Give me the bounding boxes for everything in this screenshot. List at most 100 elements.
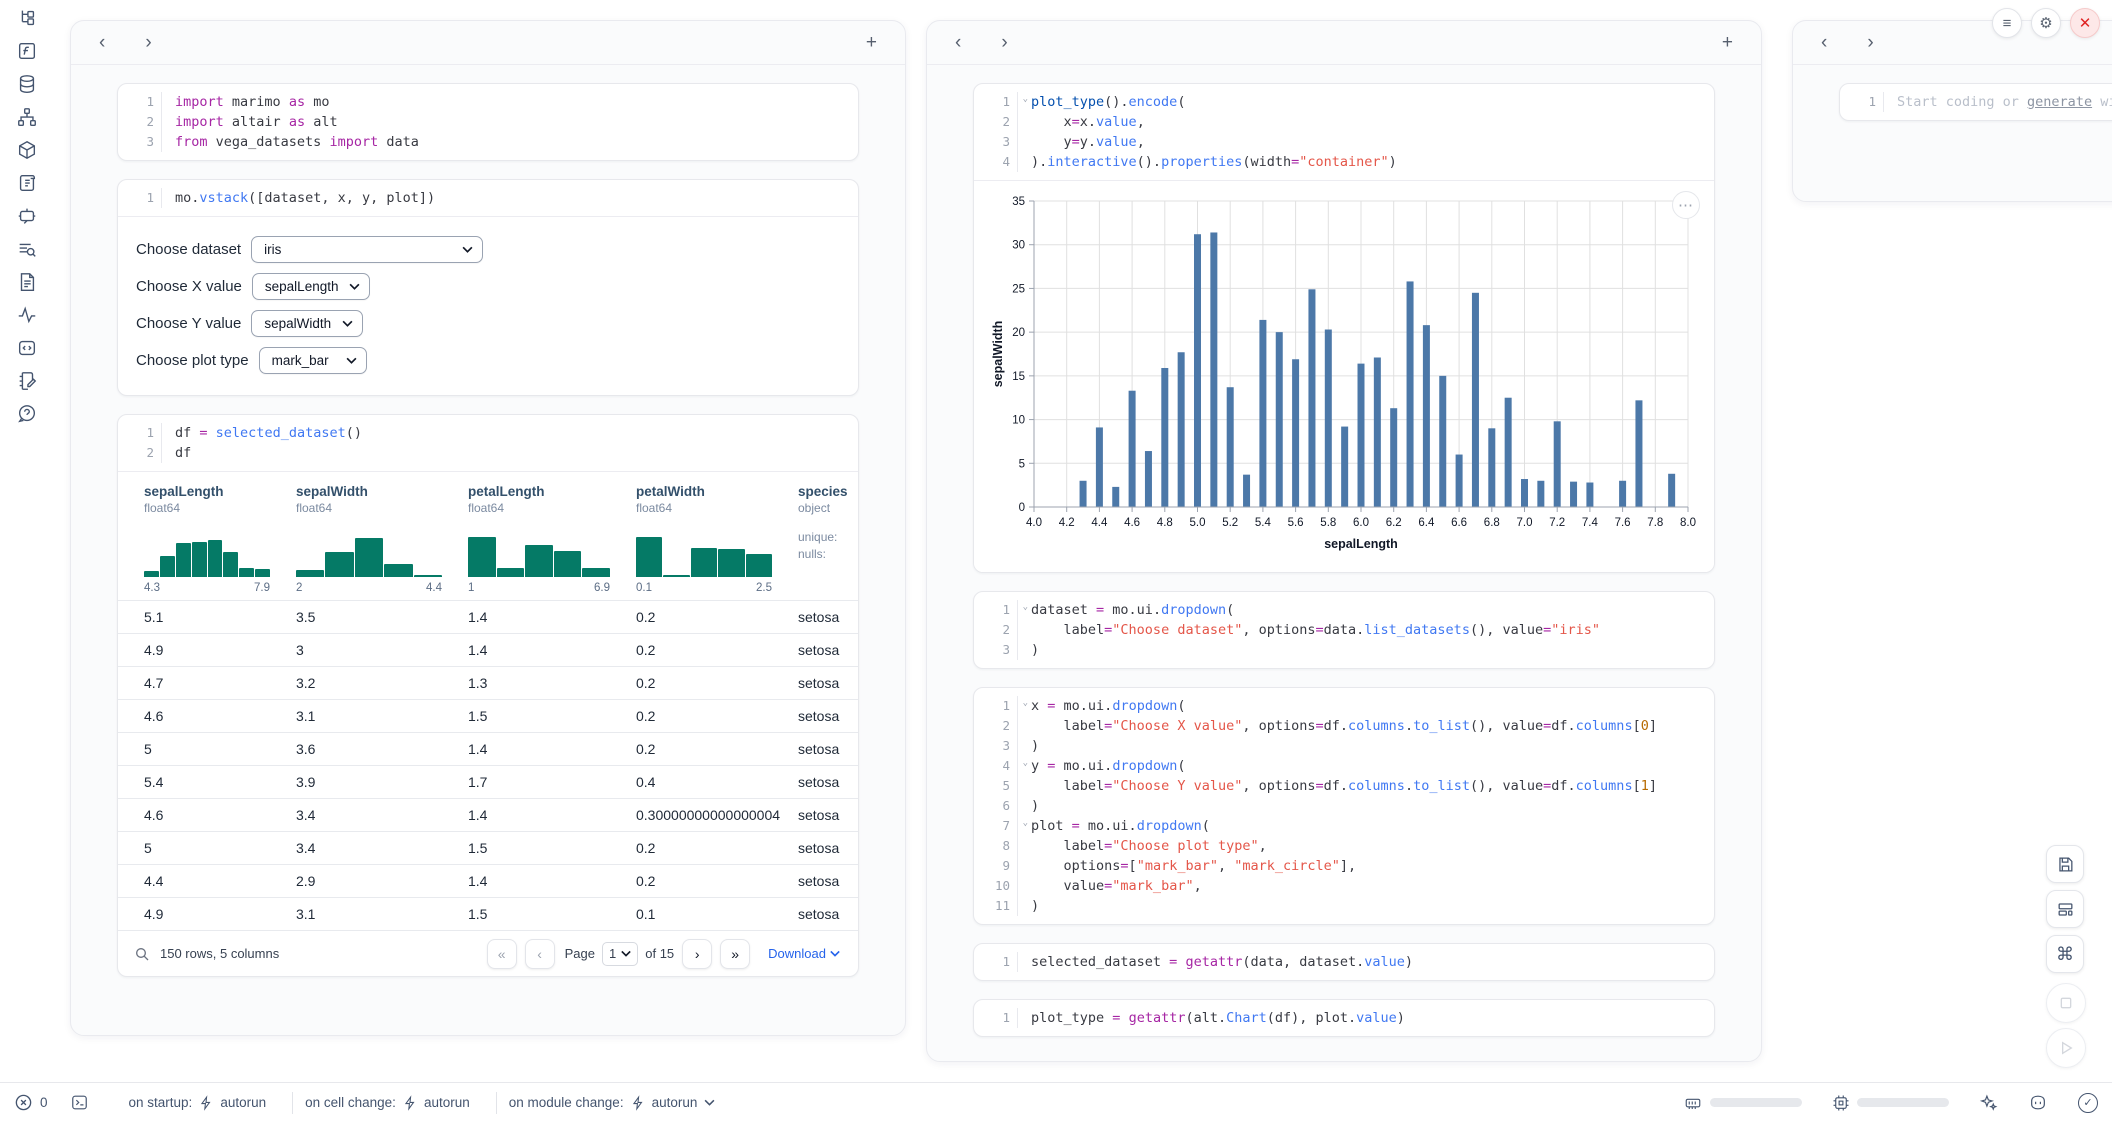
settings-button[interactable]: ⚙ — [2031, 8, 2061, 38]
copilot-button[interactable] — [2028, 1093, 2048, 1112]
dataset-select[interactable]: iris — [251, 236, 483, 263]
table-row[interactable]: 4.931.40.2setosa — [118, 633, 858, 666]
xy-plot-dropdown-code[interactable]: 1⌄x = mo.ui.dropdown(2 label="Choose X v… — [974, 688, 1714, 924]
lightning-icon — [403, 1095, 417, 1111]
fold-chevron-icon[interactable]: ⌄ — [1023, 759, 1028, 768]
prev-page-button[interactable]: ‹ — [525, 939, 555, 969]
on-cell-change-setting[interactable]: on cell change: autorun — [305, 1095, 470, 1111]
page-select-value: 1 — [609, 946, 616, 961]
code-line: 8 label="Choose plot type", — [984, 836, 1700, 856]
table-cell: 2.9 — [296, 873, 468, 889]
table-row[interactable]: 4.63.11.50.2setosa — [118, 699, 858, 732]
terminal-icon — [70, 1093, 89, 1112]
table-row[interactable]: 4.63.41.40.30000000000000004setosa — [118, 798, 858, 831]
chevron-left-icon[interactable]: ‹ — [93, 31, 111, 54]
plot-cell[interactable]: 1⌄plot_type().encode(2 x=x.value,3 y=y.v… — [973, 83, 1715, 573]
bar-chart[interactable]: 051015202530354.04.24.44.64.85.05.25.45.… — [988, 191, 1704, 561]
svg-text:7.2: 7.2 — [1549, 517, 1565, 529]
cpu-usage[interactable] — [1832, 1094, 1949, 1112]
svg-text:6.2: 6.2 — [1386, 517, 1402, 529]
stop-button[interactable] — [2046, 983, 2086, 1023]
fold-chevron-icon[interactable]: ⌄ — [1023, 699, 1028, 708]
help-icon[interactable] — [9, 399, 45, 429]
column-header[interactable]: petalLengthfloat6416.9 — [468, 484, 636, 594]
chart-menu-button[interactable]: ⋯ — [1672, 191, 1700, 219]
table-row[interactable]: 4.42.91.40.2setosa — [118, 864, 858, 897]
plot-type-code[interactable]: 1plot_type = getattr(alt.Chart(df), plot… — [974, 1000, 1714, 1036]
table-row[interactable]: 4.93.11.50.1setosa — [118, 897, 858, 930]
column-header[interactable]: sepalWidthfloat6424.4 — [296, 484, 468, 594]
imports-cell[interactable]: 1import marimo as mo2import altair as al… — [117, 83, 859, 161]
chevron-right-icon[interactable]: › — [995, 31, 1013, 54]
last-page-button[interactable]: » — [720, 939, 750, 969]
y-select[interactable]: sepalWidth — [251, 310, 363, 337]
column-header[interactable]: petalWidthfloat640.12.5 — [636, 484, 798, 594]
documentation-icon[interactable] — [9, 267, 45, 297]
plot-type-select[interactable]: mark_bar — [259, 347, 367, 374]
shutdown-button[interactable]: ✕ — [2070, 8, 2100, 38]
table-row[interactable]: 4.73.21.30.2setosa — [118, 666, 858, 699]
next-page-button[interactable]: › — [682, 939, 712, 969]
tracing-icon[interactable] — [9, 300, 45, 330]
dependencies-icon[interactable] — [9, 102, 45, 132]
y-label: Choose Y value — [136, 315, 241, 332]
memory-usage[interactable] — [1683, 1094, 1802, 1112]
dataset-dropdown-cell[interactable]: 1⌄dataset = mo.ui.dropdown(2 label="Choo… — [973, 591, 1715, 669]
add-column-icon[interactable]: + — [860, 31, 883, 54]
connection-status-icon[interactable]: ✓ — [2078, 1093, 2098, 1113]
empty-cell[interactable]: 1Start coding or generate with — [1839, 83, 2112, 121]
search-icon[interactable] — [134, 946, 150, 962]
errors-indicator[interactable]: 0 — [14, 1093, 48, 1112]
first-page-button[interactable]: « — [487, 939, 517, 969]
download-button[interactable]: Download — [768, 946, 840, 961]
page-select[interactable]: 1 — [602, 942, 638, 966]
svg-text:5: 5 — [1019, 458, 1025, 470]
chevron-right-icon[interactable]: › — [139, 31, 157, 54]
selected-dataset-cell[interactable]: 1selected_dataset = getattr(data, datase… — [973, 943, 1715, 981]
on-startup-setting[interactable]: on startup: autorun — [129, 1095, 267, 1111]
selected-dataset-code[interactable]: 1selected_dataset = getattr(data, datase… — [974, 944, 1714, 980]
terminal-button[interactable] — [70, 1093, 89, 1112]
xy-plot-dropdown-cell[interactable]: 1⌄x = mo.ui.dropdown(2 label="Choose X v… — [973, 687, 1715, 925]
chevron-right-icon[interactable]: › — [1861, 31, 1879, 54]
variables-icon[interactable] — [9, 36, 45, 66]
chevron-left-icon[interactable]: ‹ — [1815, 31, 1833, 54]
layout-toggle-button[interactable] — [2046, 890, 2084, 928]
chat-icon[interactable] — [9, 201, 45, 231]
table-row[interactable]: 5.13.51.40.2setosa — [118, 600, 858, 633]
add-column-icon[interactable]: + — [1716, 31, 1739, 54]
snippets-scroll-icon[interactable] — [9, 168, 45, 198]
column-header[interactable]: sepalLengthfloat644.37.9 — [144, 484, 296, 594]
fold-chevron-icon[interactable]: ⌄ — [1023, 603, 1028, 612]
empty-cell-placeholder[interactable]: 1Start coding or generate with — [1840, 84, 2112, 120]
fold-chevron-icon[interactable]: ⌄ — [1023, 819, 1028, 828]
table-row[interactable]: 53.61.40.2setosa — [118, 732, 858, 765]
imports-code[interactable]: 1import marimo as mo2import altair as al… — [118, 84, 858, 160]
play-icon — [2058, 1040, 2074, 1056]
packages-icon[interactable] — [9, 135, 45, 165]
file-explorer-icon[interactable] — [9, 3, 45, 33]
dataframe-code[interactable]: 1df = selected_dataset()2df — [118, 415, 858, 471]
vstack-code[interactable]: 1mo.vstack([dataset, x, y, plot]) — [118, 180, 858, 216]
chevron-left-icon[interactable]: ‹ — [949, 31, 967, 54]
save-button[interactable] — [2046, 845, 2084, 883]
dataset-dropdown-code[interactable]: 1⌄dataset = mo.ui.dropdown(2 label="Choo… — [974, 592, 1714, 668]
vstack-cell[interactable]: 1mo.vstack([dataset, x, y, plot]) Choose… — [117, 179, 859, 396]
logs-icon[interactable] — [9, 234, 45, 264]
table-row[interactable]: 5.43.91.70.4setosa — [118, 765, 858, 798]
ai-assist-button[interactable] — [1979, 1093, 1998, 1112]
plot-type-cell[interactable]: 1plot_type = getattr(alt.Chart(df), plot… — [973, 999, 1715, 1037]
dataframe-cell[interactable]: 1df = selected_dataset()2df sepalLengthf… — [117, 414, 859, 977]
on-module-change-setting[interactable]: on module change: autorun — [509, 1095, 716, 1111]
scratchpad-icon[interactable] — [9, 366, 45, 396]
x-select[interactable]: sepalLength — [252, 273, 370, 300]
code-snippet-icon[interactable] — [9, 333, 45, 363]
table-row[interactable]: 53.41.50.2setosa — [118, 831, 858, 864]
datasources-icon[interactable] — [9, 69, 45, 99]
column-header[interactable]: speciesobjectunique:nulls: — [798, 484, 858, 594]
plot-code[interactable]: 1⌄plot_type().encode(2 x=x.value,3 y=y.v… — [974, 84, 1714, 180]
run-button[interactable] — [2046, 1028, 2086, 1068]
menu-button[interactable]: ≡ — [1992, 8, 2022, 38]
keyboard-shortcuts-button[interactable]: ⌘ — [2046, 935, 2084, 973]
fold-chevron-icon[interactable]: ⌄ — [1023, 95, 1028, 104]
